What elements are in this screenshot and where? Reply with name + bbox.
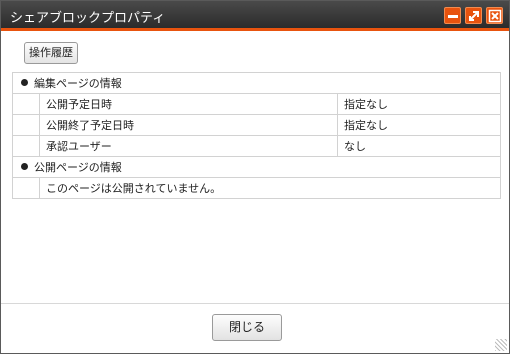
maximize-icon [469,11,479,21]
dialog-footer: 閉じる [1,303,509,353]
close-icon [488,9,502,23]
row-value: 指定なし [337,93,501,115]
bullet-icon [21,79,28,86]
row-value: なし [337,135,501,157]
maximize-button[interactable] [465,7,482,24]
table-row: 承認ユーザー なし [12,135,501,157]
minimize-button[interactable] [444,7,461,24]
dialog-title: シェアブロックプロパティ [10,11,166,26]
info-table: 編集ページの情報 公開予定日時 指定なし 公開終了予定日時 指定なし 承認ユーザ… [12,72,501,199]
close-button[interactable]: 閉じる [212,314,282,341]
bullet-icon [21,163,28,170]
operation-history-button[interactable]: 操作履歴 [24,42,78,64]
title-bar[interactable]: シェアブロックプロパティ [1,1,509,31]
row-label: 公開終了予定日時 [39,114,338,136]
public-section-header: 公開ページの情報 [12,156,501,178]
table-row: 公開予定日時 指定なし [12,93,501,115]
close-window-button[interactable] [486,7,503,24]
row-label: 公開予定日時 [39,93,338,115]
edit-section-heading: 編集ページの情報 [34,77,122,90]
not-published-message: このページは公開されていません。 [39,177,501,199]
share-block-properties-dialog: シェアブロックプロパティ 操作履歴 編集ページの情報 公開予定日時 指定なし 公… [0,0,510,354]
minimize-icon [448,15,458,18]
edit-section-header: 編集ページの情報 [12,72,501,94]
row-label: 承認ユーザー [39,135,338,157]
row-value: 指定なし [337,114,501,136]
dialog-content: 操作履歴 編集ページの情報 公開予定日時 指定なし 公開終了予定日時 指定なし … [1,34,509,303]
table-row: このページは公開されていません。 [12,177,501,199]
resize-grip[interactable] [495,339,507,351]
public-section-heading: 公開ページの情報 [34,161,122,174]
table-row: 公開終了予定日時 指定なし [12,114,501,136]
